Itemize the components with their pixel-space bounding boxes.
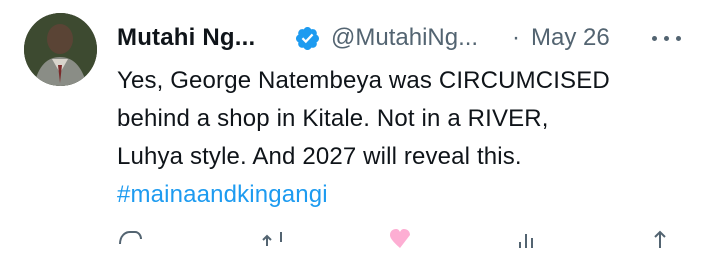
verified-badge-icon [294, 25, 321, 52]
author-handle[interactable]: @MutahiNg... [331, 22, 478, 54]
tweet-text-line: behind a shop in Kitale. Not in a RIVER, [117, 105, 549, 132]
tweet-text-line: Yes, George Natembeya was CIRCUMCISED [117, 67, 610, 94]
reply-icon[interactable] [117, 228, 143, 248]
tweet-text-line: Luhya style. And 2027 will reveal this. [117, 143, 522, 170]
tweet-text: Yes, George Natembeya was CIRCUMCISED be… [117, 62, 697, 214]
avatar[interactable] [24, 13, 97, 86]
more-options-icon[interactable] [650, 22, 684, 54]
share-icon[interactable] [647, 228, 673, 248]
author-name[interactable]: Mutahi Ng... [117, 22, 255, 54]
tweet-header: Mutahi Ng... @MutahiNg... · May 26 [117, 22, 697, 54]
tweet: Mutahi Ng... @MutahiNg... · May 26 Yes, … [0, 0, 711, 248]
tweet-date[interactable]: May 26 [531, 22, 610, 54]
avatar-image [24, 13, 97, 86]
retweet-icon[interactable] [261, 228, 287, 248]
views-icon[interactable] [515, 228, 541, 248]
separator-dot: · [512, 24, 520, 51]
hashtag-link[interactable]: #mainaandkingangi [117, 176, 697, 214]
action-bar [117, 228, 697, 248]
like-icon[interactable] [387, 228, 413, 248]
